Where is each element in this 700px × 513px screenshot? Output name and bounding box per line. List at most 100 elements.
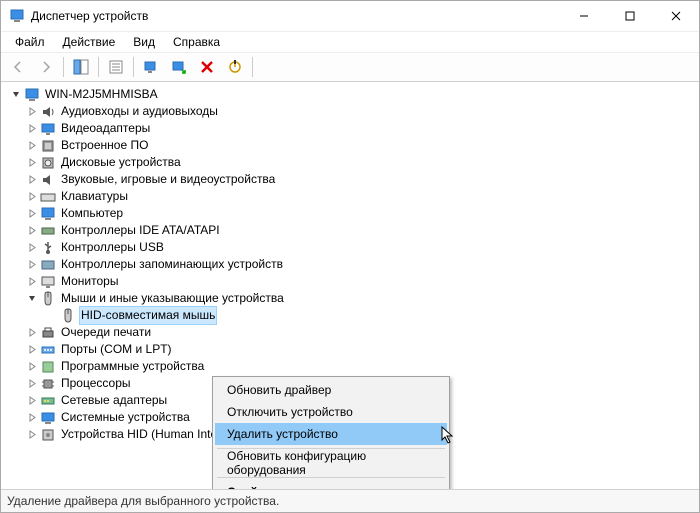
- computer-icon: [24, 87, 40, 103]
- tree-category[interactable]: Контроллеры IDE ATA/ATAPI: [5, 222, 699, 239]
- disk-icon: [40, 155, 56, 171]
- sound-icon: [40, 172, 56, 188]
- system-icon: [40, 410, 56, 426]
- window-title: Диспетчер устройств: [31, 9, 561, 23]
- mouse-icon: [60, 308, 76, 324]
- context-menu-item[interactable]: Обновить конфигурацию оборудования: [215, 452, 447, 474]
- expand-icon[interactable]: [25, 121, 40, 136]
- tree-category[interactable]: Компьютер: [5, 205, 699, 222]
- disable-button[interactable]: [222, 54, 248, 80]
- context-menu-item[interactable]: Удалить устройство: [215, 423, 447, 445]
- expand-icon[interactable]: [25, 359, 40, 374]
- expand-icon[interactable]: [25, 342, 40, 357]
- expand-icon[interactable]: [25, 155, 40, 170]
- menu-help[interactable]: Справка: [165, 33, 228, 51]
- expand-icon[interactable]: [25, 427, 40, 442]
- tree-device-label: HID-совместимая мышь: [79, 306, 217, 325]
- expand-icon[interactable]: [25, 257, 40, 272]
- expand-icon[interactable]: [25, 410, 40, 425]
- update-driver-button[interactable]: [166, 54, 192, 80]
- tree-category[interactable]: Контроллеры USB: [5, 239, 699, 256]
- software-icon: [40, 359, 56, 375]
- tree-root-label: WIN-M2J5MHMISBA: [43, 86, 160, 103]
- status-text: Удаление драйвера для выбранного устройс…: [7, 494, 279, 508]
- expand-icon[interactable]: [25, 274, 40, 289]
- tree-category[interactable]: Мониторы: [5, 273, 699, 290]
- tree-category-label: Процессоры: [59, 375, 133, 392]
- tree-category[interactable]: Программные устройства: [5, 358, 699, 375]
- tree-category-label: Клавиатуры: [59, 188, 130, 205]
- expand-icon[interactable]: [25, 376, 40, 391]
- expand-icon[interactable]: [25, 138, 40, 153]
- back-button[interactable]: [5, 54, 31, 80]
- tree-category[interactable]: Порты (COM и LPT): [5, 341, 699, 358]
- context-menu: Обновить драйверОтключить устройствоУдал…: [212, 376, 450, 489]
- device-manager-window: Диспетчер устройств Файл Действие Вид Сп…: [0, 0, 700, 513]
- menu-separator: [217, 477, 445, 478]
- toolbar: [1, 53, 699, 82]
- context-menu-item[interactable]: Свойства: [215, 481, 447, 489]
- window-controls: [561, 1, 699, 31]
- tree-category[interactable]: Звуковые, игровые и видеоустройства: [5, 171, 699, 188]
- close-button[interactable]: [653, 1, 699, 31]
- menu-file[interactable]: Файл: [7, 33, 53, 51]
- context-menu-item[interactable]: Обновить драйвер: [215, 379, 447, 401]
- expand-icon[interactable]: [25, 104, 40, 119]
- tree-category[interactable]: Аудиовходы и аудиовыходы: [5, 103, 699, 120]
- show-hide-tree-button[interactable]: [68, 54, 94, 80]
- tree-category[interactable]: Видеоадаптеры: [5, 120, 699, 137]
- tree-category-label: Контроллеры IDE ATA/ATAPI: [59, 222, 222, 239]
- menu-action[interactable]: Действие: [55, 33, 124, 51]
- tree-device[interactable]: HID-совместимая мышь: [5, 307, 699, 324]
- usb-icon: [40, 240, 56, 256]
- properties-button[interactable]: [103, 54, 129, 80]
- tree-root[interactable]: WIN-M2J5MHMISBA: [5, 86, 699, 103]
- tree-category-label: Мыши и иные указывающие устройства: [59, 290, 286, 307]
- uninstall-button[interactable]: [194, 54, 220, 80]
- forward-button[interactable]: [33, 54, 59, 80]
- hid-icon: [40, 427, 56, 443]
- toolbar-separator: [98, 57, 99, 77]
- tree-category[interactable]: Встроенное ПО: [5, 137, 699, 154]
- cpu-icon: [40, 376, 56, 392]
- tree-category-label: Видеоадаптеры: [59, 120, 152, 137]
- tree-category-label: Контроллеры запоминающих устройств: [59, 256, 285, 273]
- expand-icon[interactable]: [9, 87, 24, 102]
- menu-view[interactable]: Вид: [125, 33, 163, 51]
- expand-icon[interactable]: [25, 172, 40, 187]
- tree-category-label: Сетевые адаптеры: [59, 392, 169, 409]
- maximize-button[interactable]: [607, 1, 653, 31]
- tree-category-label: Программные устройства: [59, 358, 206, 375]
- collapse-icon[interactable]: [25, 291, 40, 306]
- tree-category-label: Компьютер: [59, 205, 125, 222]
- tree-category[interactable]: Очереди печати: [5, 324, 699, 341]
- storage-icon: [40, 257, 56, 273]
- expand-icon[interactable]: [25, 189, 40, 204]
- minimize-button[interactable]: [561, 1, 607, 31]
- tree-category[interactable]: Контроллеры запоминающих устройств: [5, 256, 699, 273]
- monitor-icon: [40, 274, 56, 290]
- expand-icon[interactable]: [25, 206, 40, 221]
- tree-category[interactable]: Мыши и иные указывающие устройства: [5, 290, 699, 307]
- titlebar: Диспетчер устройств: [1, 1, 699, 32]
- expand-icon[interactable]: [25, 223, 40, 238]
- tree-category-label: Очереди печати: [59, 324, 153, 341]
- scan-hardware-button[interactable]: [138, 54, 164, 80]
- tree-category[interactable]: Клавиатуры: [5, 188, 699, 205]
- firmware-icon: [40, 138, 56, 154]
- tree-category[interactable]: Дисковые устройства: [5, 154, 699, 171]
- expand-icon[interactable]: [25, 325, 40, 340]
- tree-category-label: Встроенное ПО: [59, 137, 150, 154]
- tree-category-label: Системные устройства: [59, 409, 192, 426]
- device-tree-pane[interactable]: WIN-M2J5MHMISBAАудиовходы и аудиовыходыВ…: [1, 82, 699, 489]
- computer-icon: [40, 206, 56, 222]
- tree-category-label: Дисковые устройства: [59, 154, 183, 171]
- tree-category-label: Порты (COM и LPT): [59, 341, 174, 358]
- expand-icon[interactable]: [25, 393, 40, 408]
- expand-icon[interactable]: [25, 240, 40, 255]
- context-menu-item[interactable]: Отключить устройство: [215, 401, 447, 423]
- tree-category-label: Контроллеры USB: [59, 239, 166, 256]
- tree-category-label: Мониторы: [59, 273, 120, 290]
- menubar: Файл Действие Вид Справка: [1, 32, 699, 53]
- port-icon: [40, 342, 56, 358]
